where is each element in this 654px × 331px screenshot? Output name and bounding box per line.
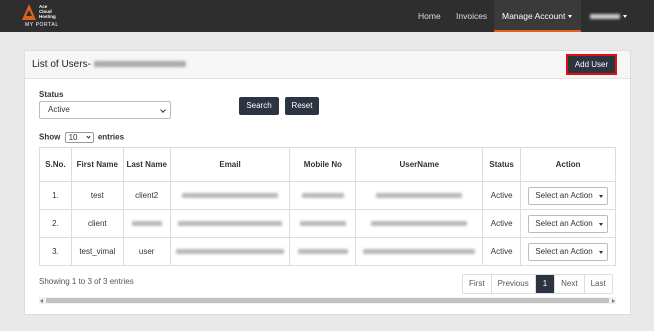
- redacted-mobile: [301, 193, 344, 199]
- cell-status: Active: [482, 237, 522, 266]
- status-label: Status: [39, 90, 64, 99]
- redacted-username: [590, 14, 620, 20]
- pagination: First Previous 1 Next Last: [462, 274, 613, 294]
- scrollbar-thumb[interactable]: [46, 298, 609, 303]
- table-row: 3. test_vimal user Active Select an Acti…: [39, 237, 616, 266]
- redacted-username: [363, 249, 476, 255]
- horizontal-scrollbar[interactable]: [39, 297, 616, 304]
- logo-portal-label: MY PORTAL: [25, 22, 59, 28]
- nav-user-menu[interactable]: [590, 0, 627, 32]
- search-button[interactable]: Search: [239, 97, 279, 115]
- entries-per-page-select[interactable]: 10: [64, 132, 94, 143]
- cell-email: [169, 237, 291, 266]
- col-header-action: Action: [520, 147, 616, 182]
- cell-email: [169, 209, 291, 238]
- action-select[interactable]: Select an Action: [528, 186, 609, 205]
- cell-email: [169, 181, 291, 210]
- col-header-status[interactable]: Status: [482, 147, 522, 182]
- chevron-down-icon: [85, 134, 91, 139]
- table-row: 2. client Active Select an Action: [39, 209, 616, 238]
- redacted-email: [178, 221, 283, 227]
- add-user-button[interactable]: Add User: [566, 54, 617, 75]
- redacted-mobile: [297, 249, 348, 255]
- redacted-email: [176, 249, 285, 255]
- cell-first-name: test: [70, 181, 124, 210]
- status-select[interactable]: Active: [39, 101, 171, 119]
- show-entries-control: Show 10 entries: [39, 132, 125, 143]
- cell-action: Select an Action: [520, 181, 616, 210]
- page-current-button[interactable]: 1: [535, 275, 556, 293]
- cell-mobile: [289, 237, 357, 266]
- scroll-left-icon[interactable]: [40, 298, 43, 303]
- col-header-mobile[interactable]: Mobile No: [289, 147, 357, 182]
- cell-last-name: user: [122, 237, 171, 266]
- cell-action: Select an Action: [520, 237, 616, 266]
- panel-header: List of Users- Add User: [25, 51, 630, 79]
- chevron-down-icon: [599, 194, 604, 198]
- redacted-email: [182, 193, 279, 199]
- cell-last-name: [122, 209, 171, 238]
- redacted-username: [371, 221, 468, 227]
- page-last-button[interactable]: Last: [585, 275, 612, 293]
- cell-sno: 3.: [39, 237, 72, 266]
- top-navbar: Ace Cloud Hosting MY PORTAL Home Invoices …: [0, 0, 654, 32]
- page-first-button[interactable]: First: [463, 275, 492, 293]
- cell-mobile: [289, 209, 357, 238]
- redacted-mobile: [299, 221, 346, 227]
- nav-manage-account[interactable]: Manage Account: [494, 0, 581, 32]
- action-select[interactable]: Select an Action: [528, 214, 609, 233]
- cell-last-name: client2: [122, 181, 171, 210]
- scroll-right-icon[interactable]: [612, 298, 615, 303]
- col-header-last-name[interactable]: Last Name: [122, 147, 171, 182]
- ace-cloud-logo[interactable]: Ace Cloud Hosting MY PORTAL: [22, 3, 82, 29]
- redacted-last-name: [131, 221, 162, 227]
- page-title: List of Users-: [32, 59, 186, 70]
- nav-home[interactable]: Home: [418, 0, 441, 32]
- cell-sno: 2.: [39, 209, 72, 238]
- action-select[interactable]: Select an Action: [528, 242, 609, 261]
- users-panel: List of Users- Add User Status Active Se…: [24, 50, 631, 315]
- col-header-username[interactable]: UserName: [355, 147, 484, 182]
- table-info: Showing 1 to 3 of 3 entries: [39, 277, 134, 286]
- redacted-username: [376, 193, 463, 199]
- col-header-first-name[interactable]: First Name: [70, 147, 124, 182]
- cell-username: [355, 209, 484, 238]
- cell-first-name: test_vimal: [70, 237, 124, 266]
- cell-username: [355, 237, 484, 266]
- col-header-sno[interactable]: S.No.: [39, 147, 72, 182]
- cell-status: Active: [482, 209, 522, 238]
- chevron-down-icon: [599, 250, 604, 254]
- logo-text: Ace Cloud Hosting: [39, 4, 56, 19]
- reset-button[interactable]: Reset: [285, 97, 319, 115]
- cell-first-name: client: [70, 209, 124, 238]
- table-header-row: S.No. First Name Last Name Email Mobile …: [39, 147, 616, 182]
- users-table: S.No. First Name Last Name Email Mobile …: [39, 147, 616, 266]
- cell-sno: 1.: [39, 181, 72, 210]
- nav-invoices[interactable]: Invoices: [456, 0, 487, 32]
- redacted-account-name: [93, 61, 186, 68]
- chevron-down-icon: [599, 222, 604, 226]
- cell-status: Active: [482, 181, 522, 210]
- page-previous-button[interactable]: Previous: [492, 275, 536, 293]
- chevron-down-icon: [623, 15, 627, 19]
- page-next-button[interactable]: Next: [555, 275, 585, 293]
- cell-action: Select an Action: [520, 209, 616, 238]
- cell-username: [355, 181, 484, 210]
- cell-mobile: [289, 181, 357, 210]
- chevron-down-icon: [568, 15, 573, 19]
- chevron-down-icon: [160, 107, 166, 113]
- table-row: 1. test client2 Active Select an Action: [39, 181, 616, 210]
- col-header-email[interactable]: Email: [169, 147, 291, 182]
